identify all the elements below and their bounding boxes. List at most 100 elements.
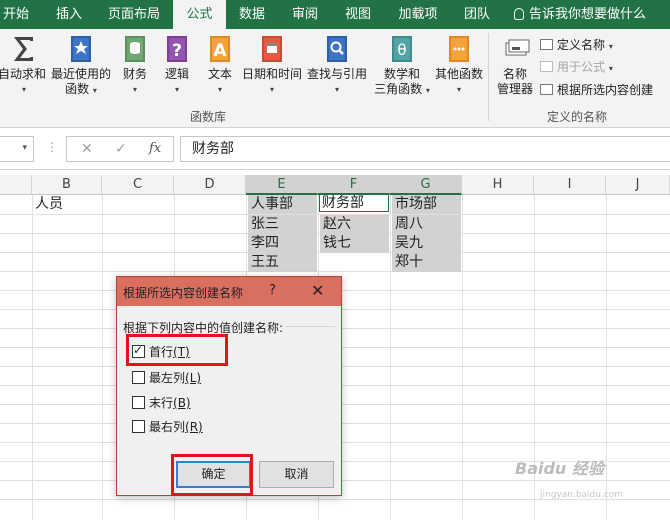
annotation-highlight-top-row: [126, 334, 228, 366]
divider: [285, 326, 335, 327]
dialog-title-bar[interactable]: 根据所选内容创建名称 ? ✕: [117, 277, 341, 306]
recently-used-label-1: 最近使用的: [50, 67, 111, 81]
splitter-handle[interactable]: ⋮: [46, 140, 58, 154]
cell-g3[interactable]: 吴九: [392, 234, 461, 253]
datetime-label: 日期和时间: [241, 67, 302, 81]
formula-fx-icon: [540, 61, 553, 72]
column-header-i[interactable]: I: [534, 175, 606, 195]
tab-home[interactable]: 开始: [0, 0, 32, 29]
calendar-book-icon: [259, 35, 285, 63]
tab-insert[interactable]: 插入: [50, 0, 88, 29]
theta-book-icon: θ: [389, 35, 415, 63]
financial-button[interactable]: 财务 ▾: [118, 35, 152, 97]
logical-label: 逻辑: [164, 67, 189, 81]
lookup-button[interactable]: 查找与引用 ▾: [306, 35, 368, 97]
cell-g4[interactable]: 郑十: [392, 253, 461, 272]
star-book-icon: [68, 35, 94, 63]
column-header-e[interactable]: E: [246, 175, 318, 195]
tab-addins[interactable]: 加载项: [393, 0, 443, 29]
sigma-icon: [11, 35, 37, 63]
cell-f3[interactable]: 钱七: [320, 234, 389, 253]
recently-used-label-2: 函数 ▾: [65, 82, 97, 96]
bottom-row-checkbox[interactable]: 末行(B): [132, 396, 191, 412]
svg-text:?: ?: [172, 41, 182, 61]
cell-f2[interactable]: 赵六: [320, 215, 389, 234]
ribbon-tab-bar: 开始 插入 页面布局 公式 数据 审阅 视图 加载项 团队 告诉我你想要做什么: [0, 0, 670, 30]
cell-e2[interactable]: 张三: [248, 215, 317, 234]
function-library-group-label: 函数库: [190, 110, 227, 124]
checkbox-unchecked[interactable]: [132, 371, 145, 384]
grid-line: [606, 195, 607, 520]
help-icon[interactable]: ?: [269, 283, 276, 298]
magnifier-book-icon: [324, 35, 350, 63]
column-header-c[interactable]: C: [102, 175, 174, 195]
insert-function-icon[interactable]: fx: [149, 141, 161, 156]
enter-icon[interactable]: ✓: [115, 141, 127, 157]
tab-data[interactable]: 数据: [234, 0, 270, 29]
formula-input[interactable]: 财务部: [180, 136, 670, 162]
cell-b1[interactable]: 人员: [32, 195, 102, 214]
column-header-d[interactable]: D: [174, 175, 246, 195]
svg-text:θ: θ: [397, 41, 406, 59]
cell-e3[interactable]: 李四: [248, 234, 317, 253]
lookup-label: 查找与引用: [306, 67, 367, 81]
close-icon[interactable]: ✕: [311, 281, 324, 300]
tell-me-box[interactable]: 告诉我你想要做什么: [514, 0, 646, 29]
cell-g2[interactable]: 周八: [392, 215, 461, 234]
text-label: 文本: [207, 67, 232, 81]
chevron-down-icon: ▾: [608, 64, 613, 73]
checkbox-unchecked[interactable]: [132, 420, 145, 433]
math-trig-label-2: 三角函数 ▾: [374, 82, 430, 96]
tell-me-text: 告诉我你想要做什么: [529, 7, 647, 22]
cell-g1[interactable]: 市场部: [392, 195, 461, 214]
checkbox-unchecked[interactable]: [132, 396, 145, 409]
text-book-icon: A: [207, 35, 233, 63]
grid-line: [102, 195, 103, 520]
tab-view[interactable]: 视图: [340, 0, 376, 29]
math-trig-button[interactable]: θ 数学和 三角函数 ▾: [372, 35, 432, 98]
name-manager-label-2: 管理器: [496, 82, 533, 96]
name-manager-button[interactable]: 名称 管理器: [492, 35, 538, 97]
datetime-button[interactable]: 日期和时间 ▾: [241, 35, 303, 97]
chevron-down-icon: ▾: [21, 85, 26, 94]
question-book-icon: ?: [164, 35, 190, 63]
grid-line: [32, 195, 33, 520]
more-functions-button[interactable]: 其他函数 ▾: [433, 35, 485, 97]
column-header-row: B C D E F G H I J: [0, 175, 670, 195]
cell-e1[interactable]: 人事部: [248, 195, 317, 214]
financial-label: 财务: [122, 67, 147, 81]
create-from-selection-button[interactable]: 根据所选内容创建: [540, 82, 653, 98]
grid-line: [462, 195, 463, 520]
svg-text:A: A: [213, 41, 227, 61]
tab-formulas[interactable]: 公式: [173, 0, 226, 30]
name-box[interactable]: ▾: [0, 136, 34, 162]
group-divider: [488, 33, 489, 121]
chevron-down-icon: ▾: [269, 85, 274, 94]
tab-team[interactable]: 团队: [459, 0, 495, 29]
cell-e4[interactable]: 王五: [248, 253, 317, 272]
tab-review[interactable]: 审阅: [287, 0, 323, 29]
column-header-g[interactable]: G: [390, 175, 462, 195]
cell-f1[interactable]: 财务部: [319, 194, 389, 212]
column-header-f[interactable]: F: [318, 175, 390, 195]
recently-used-button[interactable]: 最近使用的 函数 ▾: [50, 35, 112, 98]
text-button[interactable]: A 文本 ▾: [203, 35, 237, 97]
name-manager-icon: [502, 35, 530, 63]
chevron-down-icon: ▾: [608, 42, 613, 51]
autosum-button[interactable]: 自动求和 ▾: [0, 35, 48, 97]
tab-page-layout[interactable]: 页面布局: [103, 0, 165, 29]
left-column-checkbox[interactable]: 最左列(L): [132, 371, 201, 387]
cancel-icon[interactable]: ✕: [81, 141, 93, 157]
logical-button[interactable]: ? 逻辑 ▾: [160, 35, 194, 97]
cancel-button[interactable]: 取消: [259, 461, 334, 488]
column-header-b[interactable]: B: [32, 175, 102, 195]
column-header-h[interactable]: H: [462, 175, 534, 195]
select-all-corner[interactable]: [0, 175, 32, 195]
column-header-j[interactable]: J: [606, 175, 670, 195]
financial-book-icon: [122, 35, 148, 63]
formula-bar: ▾ ⋮ ✕ ✓ fx 财务部: [0, 128, 670, 170]
define-name-button[interactable]: 定义名称 ▾: [540, 37, 613, 55]
chevron-down-icon: ▾: [334, 85, 339, 94]
right-column-checkbox[interactable]: 最右列(R): [132, 420, 203, 436]
use-in-formula-button[interactable]: 用于公式 ▾: [540, 59, 613, 77]
